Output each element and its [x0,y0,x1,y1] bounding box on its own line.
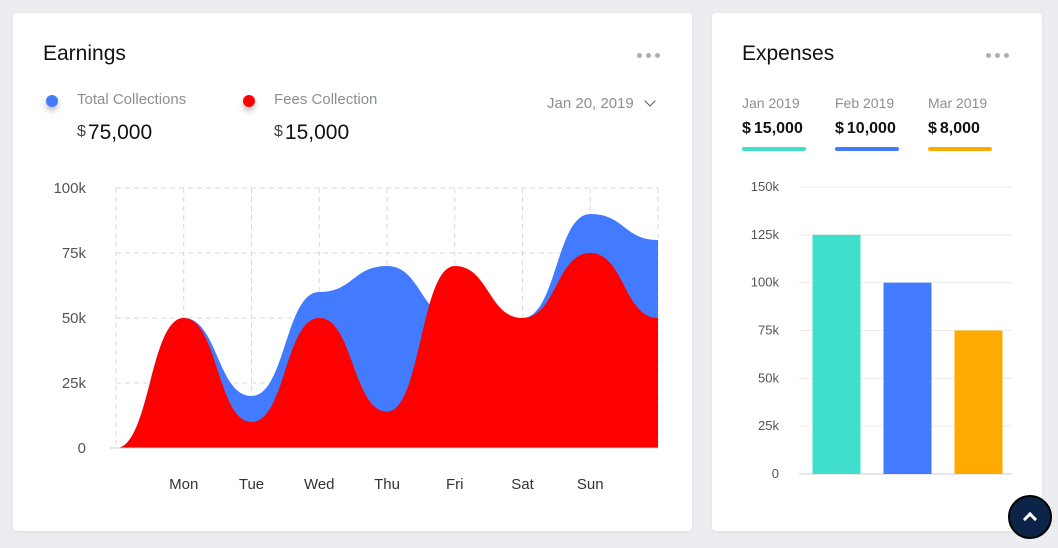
y-tick-label: 75k [62,245,87,262]
y-tick-label: 100k [751,275,780,290]
expenses-bar-chart: 0 25k 50k 75k 100k 125k 150k [751,179,1012,481]
y-tick-label: 0 [772,466,779,481]
y-tick-label: 150k [751,179,780,194]
x-tick-label: Mon [169,476,198,493]
x-tick-label: Wed [304,476,335,493]
x-tick-label: Tue [239,476,264,493]
x-tick-label: Fri [446,476,464,493]
y-tick-label: 75k [758,323,779,338]
earnings-card: Earnings Total Collections $75,000 Fees … [13,13,692,531]
y-tick-label: 25k [62,375,87,392]
x-tick-label: Thu [374,476,400,493]
x-tick-label: Sun [577,476,604,493]
earnings-area-chart: 0 25k 50k 75k 100k Mon Tue Wed Thu Fri Sat Sun [53,180,659,493]
x-tick-label: Sat [511,476,534,493]
y-tick-label: 100k [53,180,86,197]
y-tick-label: 25k [758,418,779,433]
y-tick-label: 50k [758,370,779,385]
y-tick-label: 0 [78,440,86,457]
expenses-card: Expenses Jan 2019 $15,000 Feb 2019 $10,0… [712,13,1042,531]
y-tick-label: 50k [62,310,87,327]
chevron-up-icon [1022,511,1038,527]
bar-feb-2019 [883,282,932,474]
bar-jan-2019 [812,234,861,474]
bar-mar-2019 [954,330,1003,474]
y-tick-label: 125k [751,227,780,242]
scroll-to-top-button[interactable] [1008,495,1052,539]
